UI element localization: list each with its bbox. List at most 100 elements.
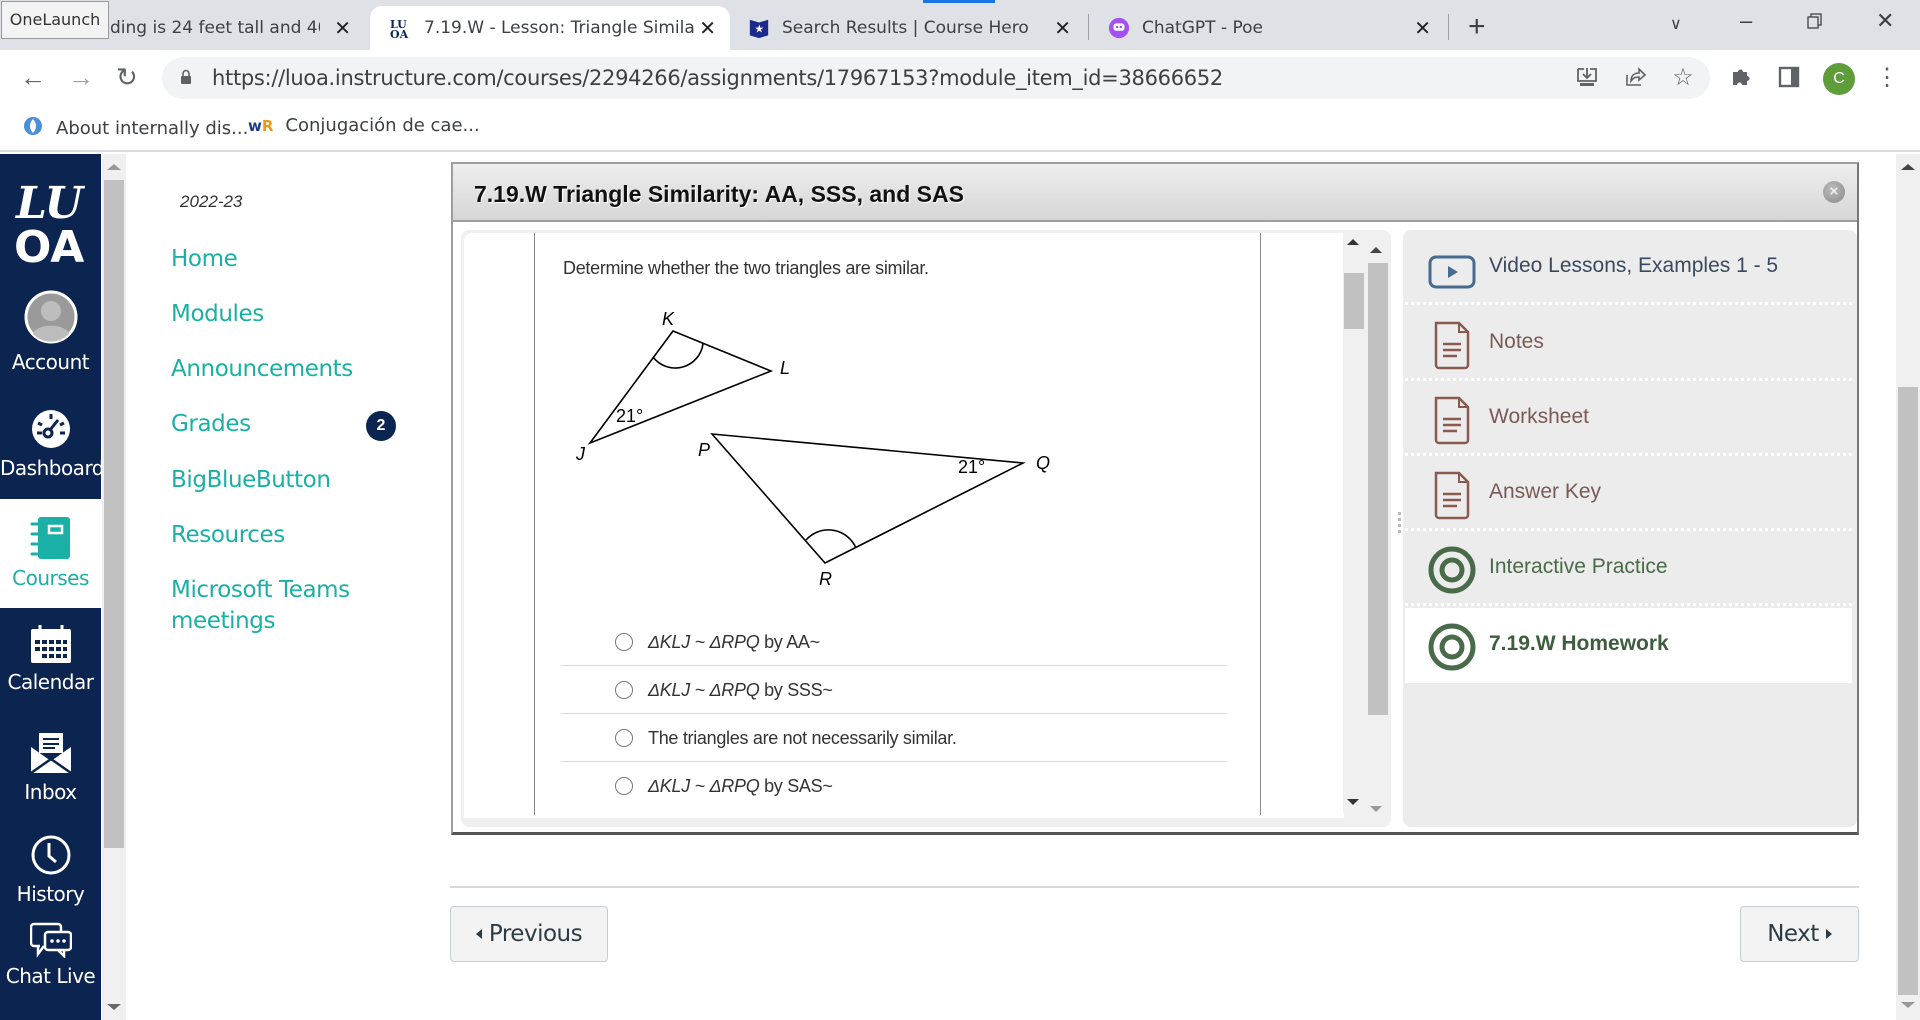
tab-loading-indicator xyxy=(923,0,995,3)
global-nav-chat-live[interactable]: Chat Live xyxy=(0,922,101,988)
scroll-up-arrow-icon[interactable] xyxy=(1347,239,1359,245)
scroll-down-arrow-icon[interactable] xyxy=(1347,799,1359,805)
close-icon[interactable]: × xyxy=(1823,181,1845,203)
profile-avatar[interactable]: C xyxy=(1823,63,1855,95)
lesson-panel: 7.19.W Triangle Similarity: AA, SSS, and… xyxy=(451,162,1859,835)
course-term: 2022-23 xyxy=(180,192,243,211)
browser-tab-bar: OneLaunch ding is 24 feet tall and 40 fe… xyxy=(0,0,1920,50)
bookmark-item[interactable]: About internally dis... xyxy=(22,115,248,142)
global-nav-calendar[interactable]: Calendar xyxy=(0,624,101,694)
page-scrollbar[interactable] xyxy=(1896,154,1920,1020)
global-nav-courses[interactable]: Courses xyxy=(0,499,101,608)
menu-kebab-icon[interactable]: ⋮ xyxy=(1874,64,1900,91)
scroll-up-arrow-icon[interactable] xyxy=(1370,247,1382,253)
tab-title: 7.19.W - Lesson: Triangle Similarit xyxy=(424,18,694,38)
course-nav-home[interactable]: Home xyxy=(171,244,238,275)
reload-icon[interactable]: ↻ xyxy=(116,62,138,93)
course-nav-resources[interactable]: Resources xyxy=(171,520,285,551)
resource-label: Video Lessons, Examples 1 - 5 xyxy=(1489,254,1779,277)
luoa-logo[interactable]: LU OA xyxy=(14,178,86,264)
forward-icon[interactable]: → xyxy=(68,62,94,93)
global-nav-label: Inbox xyxy=(24,780,77,804)
vertex-label-j: J xyxy=(575,444,586,464)
install-app-icon[interactable] xyxy=(1574,64,1600,90)
choice-label: ΔKLJ ~ ΔRPQ by SSS~ xyxy=(648,680,833,700)
un-logo-icon xyxy=(22,115,44,142)
course-nav-grades[interactable]: Grades xyxy=(171,409,251,440)
scrollbar-thumb[interactable] xyxy=(1898,387,1918,995)
tab-close-icon[interactable]: ✕ xyxy=(334,16,351,40)
onelaunch-button[interactable]: OneLaunch xyxy=(1,1,109,39)
radio-button[interactable] xyxy=(615,777,633,795)
bookmark-star-icon[interactable]: ☆ xyxy=(1670,64,1696,91)
resource-item-answer-key[interactable]: Answer Key xyxy=(1405,456,1852,531)
global-nav-dashboard[interactable]: Dashboard xyxy=(0,408,105,480)
restore-icon[interactable] xyxy=(1806,10,1824,36)
courses-notebook-icon xyxy=(30,517,70,559)
resource-label: Answer Key xyxy=(1489,480,1602,503)
scroll-down-arrow-icon[interactable] xyxy=(1370,806,1382,812)
tab-search-chevron-icon[interactable]: ∨ xyxy=(1670,14,1682,34)
global-navigation: LU OA Account Dashboard Courses Calendar… xyxy=(0,154,105,1020)
vertex-label-k: K xyxy=(662,309,675,329)
course-nav-microsoft-teams[interactable]: Microsoft Teams meetings xyxy=(171,575,371,637)
dashboard-gauge-icon xyxy=(31,410,70,448)
tab-title: ChatGPT - Poe xyxy=(1142,18,1263,38)
browser-tab-active[interactable]: LU OA 7.19.W - Lesson: Triangle Similarit… xyxy=(370,6,730,50)
resource-item-worksheet[interactable]: Worksheet xyxy=(1405,381,1852,456)
course-nav-bigbluebutton[interactable]: BigBlueButton xyxy=(171,465,331,496)
browser-tab[interactable]: ★ Search Results | Course Hero ✕ xyxy=(740,6,1085,50)
resize-handle[interactable] xyxy=(1398,512,1402,536)
next-button[interactable]: Next xyxy=(1740,906,1859,962)
resource-item-interactive-practice[interactable]: Interactive Practice xyxy=(1405,531,1852,606)
previous-button[interactable]: Previous xyxy=(450,906,608,962)
vertex-label-l: L xyxy=(780,358,790,378)
tab-close-icon[interactable]: ✕ xyxy=(699,16,716,40)
browser-tab[interactable]: ding is 24 feet tall and 40 fe ✕ xyxy=(110,6,365,50)
resource-item-homework-current[interactable]: 7.19.W Homework xyxy=(1405,608,1852,683)
calendar-icon xyxy=(30,625,71,663)
caret-right-icon xyxy=(1825,929,1832,939)
side-panel-icon[interactable] xyxy=(1776,64,1802,90)
scrollbar-thumb[interactable] xyxy=(1344,273,1364,329)
history-clock-icon xyxy=(31,835,70,875)
frame-scrollbar[interactable] xyxy=(1366,233,1388,818)
scrollbar-thumb[interactable] xyxy=(104,180,124,848)
back-icon[interactable]: ← xyxy=(20,62,46,93)
course-nav-modules[interactable]: Modules xyxy=(171,299,264,330)
triangle-pqr xyxy=(710,433,1026,564)
scrollbar-thumb[interactable] xyxy=(1368,263,1388,715)
new-tab-button[interactable]: + xyxy=(1468,10,1486,44)
resource-item-notes[interactable]: Notes xyxy=(1405,306,1852,381)
share-icon[interactable] xyxy=(1622,64,1648,90)
tab-close-icon[interactable]: ✕ xyxy=(1414,16,1431,40)
radio-button[interactable] xyxy=(615,681,633,699)
url-text[interactable]: https://luoa.instructure.com/courses/229… xyxy=(212,66,1223,90)
answer-choice[interactable]: ΔKLJ ~ ΔRPQ by AA~ xyxy=(561,618,1227,666)
scroll-up-arrow-icon[interactable] xyxy=(1901,164,1915,170)
extensions-puzzle-icon[interactable] xyxy=(1728,64,1754,90)
radio-button[interactable] xyxy=(615,729,633,747)
global-nav-history[interactable]: History xyxy=(0,834,101,906)
nav-scrollbar[interactable] xyxy=(102,154,126,1020)
answer-choice[interactable]: The triangles are not necessarily simila… xyxy=(561,714,1227,762)
close-window-icon[interactable]: ✕ xyxy=(1876,8,1894,34)
bookmark-item[interactable]: wR Conjugación de cae... xyxy=(248,115,480,136)
resource-item-video-lessons[interactable]: Video Lessons, Examples 1 - 5 xyxy=(1405,230,1852,305)
scroll-down-arrow-icon[interactable] xyxy=(1901,1002,1915,1008)
bookmarks-bar: About internally dis... wR Conjugación d… xyxy=(0,104,1920,152)
answer-choice[interactable]: ΔKLJ ~ ΔRPQ by SSS~ xyxy=(561,666,1227,714)
answer-choice[interactable]: ΔKLJ ~ ΔRPQ by SAS~ xyxy=(561,762,1227,810)
scroll-down-arrow-icon[interactable] xyxy=(107,1004,121,1010)
question-scrollbar[interactable] xyxy=(1343,233,1365,813)
scroll-up-arrow-icon[interactable] xyxy=(107,164,121,170)
global-nav-account[interactable]: Account xyxy=(0,290,101,374)
browser-tab[interactable]: ChatGPT - Poe ✕ xyxy=(1100,6,1445,50)
course-nav-announcements[interactable]: Announcements xyxy=(171,354,353,385)
radio-button[interactable] xyxy=(615,633,633,651)
angle-label-q: 21° xyxy=(958,457,985,477)
global-nav-inbox[interactable]: Inbox xyxy=(0,732,101,804)
minimize-icon[interactable]: – xyxy=(1740,8,1752,34)
tab-close-icon[interactable]: ✕ xyxy=(1054,16,1071,40)
previous-label: Previous xyxy=(488,921,583,947)
